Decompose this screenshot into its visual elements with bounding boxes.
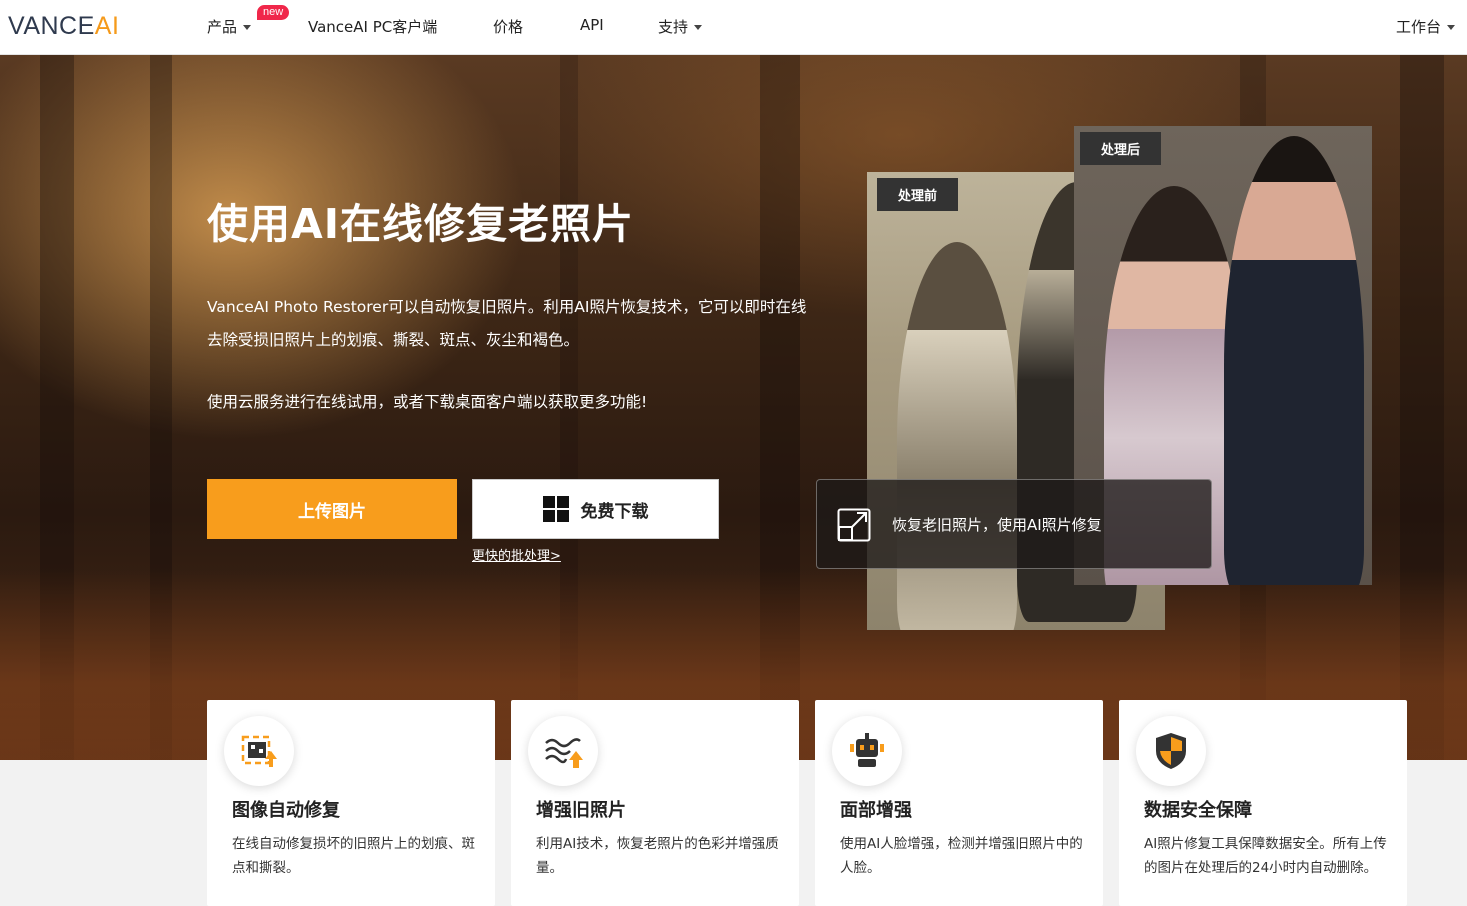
- page-title: 使用AI在线修复老照片: [207, 200, 634, 248]
- woman-figure: [897, 242, 1017, 630]
- chevron-down-icon: [694, 25, 703, 30]
- hero-section: 使用AI在线修复老照片 VanceAI Photo Restorer可以自动恢复…: [0, 55, 1467, 760]
- feature-description: 利用AI技术，恢复老照片的色彩并增强质量。: [536, 836, 779, 876]
- vanceai-logo[interactable]: VANCEAI: [8, 12, 119, 41]
- feature-card: 数据安全保障 AI照片修复工具保障数据安全。所有上传的图片在处理后的24小时内自…: [1119, 700, 1407, 906]
- chevron-down-icon: [1447, 25, 1456, 30]
- feature-description: 使用AI人脸增强，检测并增强旧照片中的人脸。: [840, 836, 1083, 876]
- nav-pricing[interactable]: 价格: [493, 16, 523, 37]
- nav-api[interactable]: API: [580, 16, 604, 34]
- feature-title: 图像自动修复: [232, 800, 340, 821]
- windows-icon: [542, 496, 569, 522]
- hero-subdescription: 使用云服务进行在线试用，或者下载桌面客户端以获取更多功能!: [207, 393, 648, 411]
- info-card-text: 恢复老旧照片，使用AI照片修复: [892, 516, 1102, 534]
- expand-icon: [837, 508, 871, 542]
- restore-info-card[interactable]: 恢复老旧照片，使用AI照片修复: [816, 479, 1212, 569]
- chevron-down-icon: [243, 25, 252, 30]
- nav-products[interactable]: 产品: [207, 16, 252, 37]
- feature-card: 图像自动修复 在线自动修复损坏的旧照片上的划痕、斑点和撕裂。: [207, 700, 495, 906]
- upload-image-button[interactable]: 上传图片: [207, 479, 457, 539]
- feature-title: 面部增强: [840, 800, 912, 821]
- before-tag: 处理前: [877, 178, 959, 211]
- image-repair-icon: [224, 716, 294, 786]
- shield-icon: [1136, 716, 1206, 786]
- nav-support[interactable]: 支持: [658, 16, 703, 37]
- feature-title: 增强旧照片: [536, 800, 626, 821]
- hero-description: VanceAI Photo Restorer可以自动恢复旧照片。利用AI照片恢复…: [207, 298, 807, 349]
- feature-title: 数据安全保障: [1144, 800, 1252, 821]
- free-download-button[interactable]: 免费下载: [472, 479, 719, 539]
- feature-card: 增强旧照片 利用AI技术，恢复老照片的色彩并增强质量。: [511, 700, 799, 906]
- nav-pc-client[interactable]: VanceAI PC客户端: [308, 16, 437, 37]
- feature-description: AI照片修复工具保障数据安全。所有上传的图片在处理后的24小时内自动删除。: [1144, 836, 1387, 876]
- download-label: 免费下载: [580, 501, 649, 522]
- feature-card: 面部增强 使用AI人脸增强，检测并增强旧照片中的人脸。: [815, 700, 1103, 906]
- robot-face-icon: [832, 716, 902, 786]
- after-tag: 处理后: [1080, 132, 1162, 165]
- batch-processing-link[interactable]: 更快的批处理>: [472, 545, 561, 564]
- new-badge: new: [257, 5, 290, 20]
- enhance-waves-icon: [528, 716, 598, 786]
- man-figure: [1224, 136, 1364, 585]
- feature-description: 在线自动修复损坏的旧照片上的划痕、斑点和撕裂。: [232, 836, 475, 876]
- nav-workspace[interactable]: 工作台: [1396, 16, 1456, 37]
- top-nav: VANCEAI 产品 new VanceAI PC客户端 价格 API 支持 工…: [0, 0, 1467, 55]
